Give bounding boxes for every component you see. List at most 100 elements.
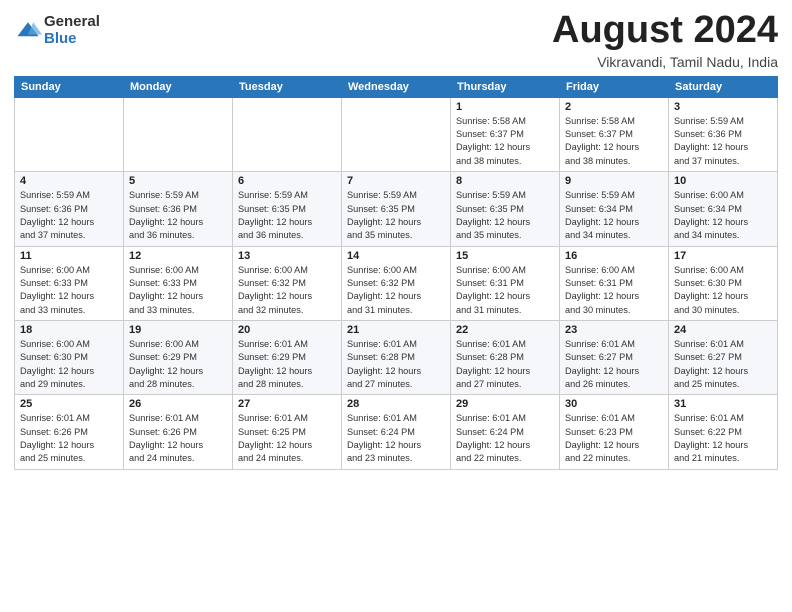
day-info: Sunrise: 6:01 AM Sunset: 6:27 PM Dayligh… xyxy=(565,338,663,391)
calendar-cell-r3-c3: 21Sunrise: 6:01 AM Sunset: 6:28 PM Dayli… xyxy=(342,320,451,394)
calendar-cell-r2-c6: 17Sunrise: 6:00 AM Sunset: 6:30 PM Dayli… xyxy=(669,246,778,320)
day-info: Sunrise: 6:00 AM Sunset: 6:33 PM Dayligh… xyxy=(129,264,227,317)
col-thursday: Thursday xyxy=(451,76,560,97)
calendar-cell-r1-c1: 5Sunrise: 5:59 AM Sunset: 6:36 PM Daylig… xyxy=(124,172,233,246)
calendar-row-2: 11Sunrise: 6:00 AM Sunset: 6:33 PM Dayli… xyxy=(15,246,778,320)
col-sunday: Sunday xyxy=(15,76,124,97)
day-number: 22 xyxy=(456,324,554,336)
day-info: Sunrise: 6:01 AM Sunset: 6:27 PM Dayligh… xyxy=(674,338,772,391)
calendar-cell-r2-c0: 11Sunrise: 6:00 AM Sunset: 6:33 PM Dayli… xyxy=(15,246,124,320)
day-number: 30 xyxy=(565,398,663,410)
day-number: 28 xyxy=(347,398,445,410)
calendar-cell-r2-c3: 14 Sunrise: 6:00 AM Sunset: 6:32 PM Dayli… xyxy=(342,246,451,320)
day-number: 29 xyxy=(456,398,554,410)
day-number: 7 xyxy=(347,175,445,187)
generalblue-logo-icon xyxy=(14,17,42,45)
calendar-header-row: Sunday Monday Tuesday Wednesday Thursday… xyxy=(15,76,778,97)
calendar-cell-r4-c6: 31Sunrise: 6:01 AM Sunset: 6:22 PM Dayli… xyxy=(669,395,778,469)
calendar-cell-r0-c1 xyxy=(124,97,233,171)
day-number: 14 xyxy=(347,250,445,262)
title-block: August 2024 Vikravandi, Tamil Nadu, Indi… xyxy=(552,10,778,70)
day-number: 2 xyxy=(565,101,663,113)
day-number: 20 xyxy=(238,324,336,336)
day-info: Sunrise: 6:00 AM Sunset: 6:34 PM Dayligh… xyxy=(674,189,772,242)
day-info: Sunrise: 6:00 AM Sunset: 6:32 PM Dayligh… xyxy=(238,264,336,317)
calendar-cell-r2-c4: 15 Sunrise: 6:00 AM Sunset: 6:31 PM Dayli… xyxy=(451,246,560,320)
calendar-cell-r1-c5: 9Sunrise: 5:59 AM Sunset: 6:34 PM Daylig… xyxy=(560,172,669,246)
logo: General Blue xyxy=(14,14,100,47)
day-number: 15 xyxy=(456,250,554,262)
day-info: Sunrise: 5:59 AM Sunset: 6:35 PM Dayligh… xyxy=(238,189,336,242)
day-number: 13 xyxy=(238,250,336,262)
calendar-cell-r0-c6: 3 Sunrise: 5:59 AM Sunset: 6:36 PM Daylig… xyxy=(669,97,778,171)
day-info: Sunrise: 6:00 AM Sunset: 6:31 PM Dayligh… xyxy=(456,264,554,317)
calendar-cell-r4-c5: 30 Sunrise: 6:01 AM Sunset: 6:23 PM Dayli… xyxy=(560,395,669,469)
day-number: 16 xyxy=(565,250,663,262)
calendar-cell-r0-c4: 1 Sunrise: 5:58 AM Sunset: 6:37 PM Daylig… xyxy=(451,97,560,171)
day-number: 24 xyxy=(674,324,772,336)
day-info: Sunrise: 6:01 AM Sunset: 6:28 PM Dayligh… xyxy=(456,338,554,391)
calendar-cell-r4-c4: 29 Sunrise: 6:01 AM Sunset: 6:24 PM Dayli… xyxy=(451,395,560,469)
day-info: Sunrise: 6:00 AM Sunset: 6:29 PM Dayligh… xyxy=(129,338,227,391)
col-saturday: Saturday xyxy=(669,76,778,97)
day-info: Sunrise: 5:59 AM Sunset: 6:36 PM Dayligh… xyxy=(674,115,772,168)
day-info: Sunrise: 6:01 AM Sunset: 6:24 PM Dayligh… xyxy=(347,412,445,465)
calendar-cell-r0-c2 xyxy=(233,97,342,171)
day-number: 5 xyxy=(129,175,227,187)
day-number: 23 xyxy=(565,324,663,336)
calendar-cell-r4-c3: 28 Sunrise: 6:01 AM Sunset: 6:24 PM Dayli… xyxy=(342,395,451,469)
calendar-cell-r0-c0 xyxy=(15,97,124,171)
day-number: 4 xyxy=(20,175,118,187)
day-info: Sunrise: 6:01 AM Sunset: 6:26 PM Dayligh… xyxy=(129,412,227,465)
calendar-cell-r1-c2: 6 Sunrise: 5:59 AM Sunset: 6:35 PM Daylig… xyxy=(233,172,342,246)
calendar-cell-r0-c3 xyxy=(342,97,451,171)
day-info: Sunrise: 5:59 AM Sunset: 6:35 PM Dayligh… xyxy=(347,189,445,242)
calendar-cell-r4-c1: 26 Sunrise: 6:01 AM Sunset: 6:26 PM Dayli… xyxy=(124,395,233,469)
day-info: Sunrise: 6:00 AM Sunset: 6:32 PM Dayligh… xyxy=(347,264,445,317)
day-number: 9 xyxy=(565,175,663,187)
header: General Blue August 2024 Vikravandi, Tam… xyxy=(14,10,778,70)
day-number: 3 xyxy=(674,101,772,113)
day-info: Sunrise: 6:01 AM Sunset: 6:23 PM Dayligh… xyxy=(565,412,663,465)
day-number: 19 xyxy=(129,324,227,336)
day-info: Sunrise: 6:01 AM Sunset: 6:28 PM Dayligh… xyxy=(347,338,445,391)
calendar-cell-r1-c0: 4Sunrise: 5:59 AM Sunset: 6:36 PM Daylig… xyxy=(15,172,124,246)
day-number: 8 xyxy=(456,175,554,187)
calendar-cell-r2-c5: 16Sunrise: 6:00 AM Sunset: 6:31 PM Dayli… xyxy=(560,246,669,320)
calendar-row-0: 1 Sunrise: 5:58 AM Sunset: 6:37 PM Daylig… xyxy=(15,97,778,171)
calendar-cell-r4-c2: 27 Sunrise: 6:01 AM Sunset: 6:25 PM Dayli… xyxy=(233,395,342,469)
calendar-cell-r3-c2: 20 Sunrise: 6:01 AM Sunset: 6:29 PM Dayli… xyxy=(233,320,342,394)
page: General Blue August 2024 Vikravandi, Tam… xyxy=(0,0,792,612)
calendar-cell-r2-c2: 13 Sunrise: 6:00 AM Sunset: 6:32 PM Dayli… xyxy=(233,246,342,320)
day-number: 25 xyxy=(20,398,118,410)
day-number: 12 xyxy=(129,250,227,262)
calendar-cell-r3-c4: 22 Sunrise: 6:01 AM Sunset: 6:28 PM Dayli… xyxy=(451,320,560,394)
day-info: Sunrise: 6:00 AM Sunset: 6:30 PM Dayligh… xyxy=(20,338,118,391)
col-monday: Monday xyxy=(124,76,233,97)
day-info: Sunrise: 6:00 AM Sunset: 6:30 PM Dayligh… xyxy=(674,264,772,317)
day-info: Sunrise: 6:01 AM Sunset: 6:29 PM Dayligh… xyxy=(238,338,336,391)
calendar-row-3: 18Sunrise: 6:00 AM Sunset: 6:30 PM Dayli… xyxy=(15,320,778,394)
calendar-row-1: 4Sunrise: 5:59 AM Sunset: 6:36 PM Daylig… xyxy=(15,172,778,246)
day-number: 27 xyxy=(238,398,336,410)
day-number: 26 xyxy=(129,398,227,410)
calendar-row-4: 25 Sunrise: 6:01 AM Sunset: 6:26 PM Dayli… xyxy=(15,395,778,469)
day-info: Sunrise: 6:01 AM Sunset: 6:22 PM Dayligh… xyxy=(674,412,772,465)
calendar-cell-r0-c5: 2 Sunrise: 5:58 AM Sunset: 6:37 PM Daylig… xyxy=(560,97,669,171)
calendar-cell-r3-c6: 24 Sunrise: 6:01 AM Sunset: 6:27 PM Dayli… xyxy=(669,320,778,394)
day-info: Sunrise: 6:01 AM Sunset: 6:25 PM Dayligh… xyxy=(238,412,336,465)
day-info: Sunrise: 5:59 AM Sunset: 6:35 PM Dayligh… xyxy=(456,189,554,242)
day-info: Sunrise: 6:01 AM Sunset: 6:24 PM Dayligh… xyxy=(456,412,554,465)
month-title: August 2024 xyxy=(552,10,778,52)
day-number: 6 xyxy=(238,175,336,187)
calendar-cell-r3-c0: 18Sunrise: 6:00 AM Sunset: 6:30 PM Dayli… xyxy=(15,320,124,394)
day-number: 1 xyxy=(456,101,554,113)
calendar-cell-r1-c6: 10Sunrise: 6:00 AM Sunset: 6:34 PM Dayli… xyxy=(669,172,778,246)
day-info: Sunrise: 5:58 AM Sunset: 6:37 PM Dayligh… xyxy=(565,115,663,168)
calendar-cell-r2-c1: 12 Sunrise: 6:00 AM Sunset: 6:33 PM Dayli… xyxy=(124,246,233,320)
day-info: Sunrise: 5:58 AM Sunset: 6:37 PM Dayligh… xyxy=(456,115,554,168)
calendar-cell-r3-c1: 19 Sunrise: 6:00 AM Sunset: 6:29 PM Dayli… xyxy=(124,320,233,394)
calendar-cell-r4-c0: 25Sunrise: 6:01 AM Sunset: 6:26 PM Dayli… xyxy=(15,395,124,469)
calendar-table: Sunday Monday Tuesday Wednesday Thursday… xyxy=(14,76,778,470)
logo-text: General Blue xyxy=(44,14,100,47)
